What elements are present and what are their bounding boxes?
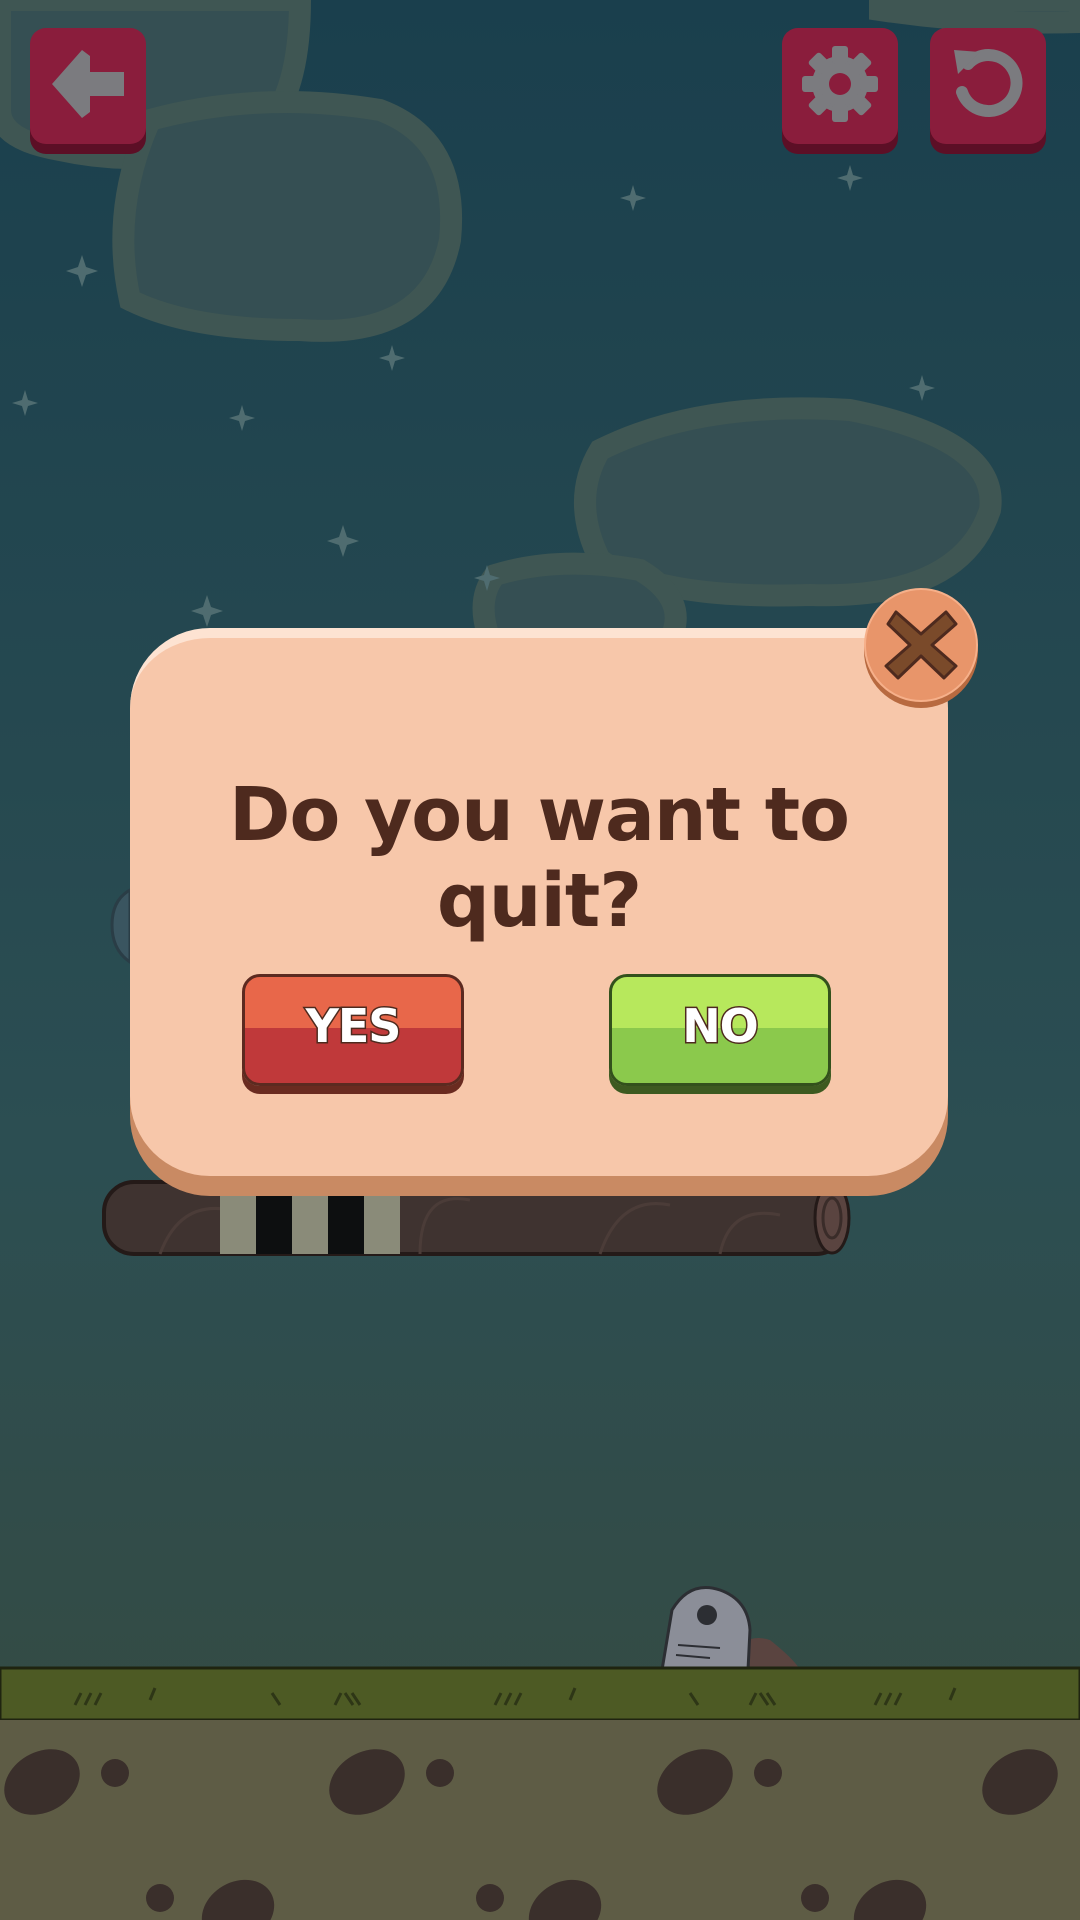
gear-icon: [802, 46, 878, 122]
no-button[interactable]: NO: [609, 974, 831, 1086]
back-button[interactable]: [30, 28, 146, 154]
dialog-title: Do you want to quit?: [229, 772, 850, 944]
no-button-label: NO: [681, 998, 761, 1055]
yes-button-label: YES: [304, 998, 403, 1055]
restart-icon: [954, 49, 1023, 118]
restart-button[interactable]: [930, 28, 1046, 154]
game-scene: Do you want to quit? YES NO: [0, 0, 1080, 1920]
log-platform: [102, 1180, 851, 1256]
close-icon: [884, 610, 958, 680]
settings-button[interactable]: [782, 28, 898, 154]
close-dialog-button[interactable]: [864, 588, 980, 708]
yes-button[interactable]: YES: [242, 974, 464, 1086]
back-arrow-icon: [52, 50, 124, 118]
quit-dialog: Do you want to quit?: [130, 628, 948, 1176]
